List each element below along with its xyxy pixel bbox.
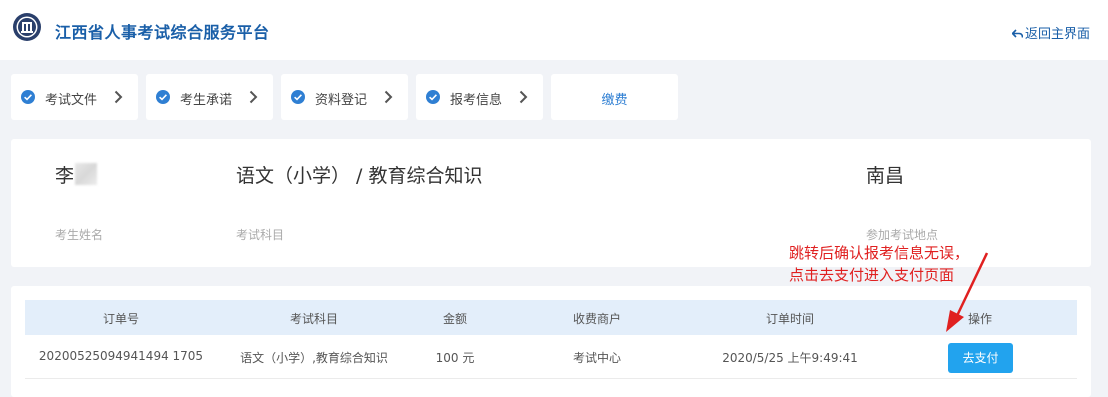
exam-location-label: 参加考试地点	[866, 228, 939, 242]
candidate-name: 李	[55, 161, 98, 188]
column-header-order-time: 订单时间	[765, 312, 815, 326]
site-title: 江西省人事考试综合服务平台	[55, 23, 270, 42]
candidate-name-text: 李	[55, 165, 75, 187]
go-pay-button[interactable]: 去支付	[948, 343, 1013, 373]
back-arrow-icon	[1011, 29, 1024, 38]
top-header: 江西省人事考试综合服务平台 返回主界面	[0, 0, 1108, 60]
order-number-cell: 20200525094941494 1705	[38, 349, 204, 363]
column-header-subject: 考试科目	[289, 312, 339, 326]
column-header-merchant: 收费商户	[572, 312, 622, 326]
column-header-order-no: 订单号	[102, 312, 140, 326]
step-label: 考生承诺	[180, 93, 233, 108]
step-application-info[interactable]: 报考信息	[416, 74, 543, 120]
table-header: 订单号 考试科目 金额 收费商户 订单时间 操作	[25, 300, 1077, 335]
step-label: 资料登记	[315, 93, 368, 108]
order-table-card: 订单号 考试科目 金额 收费商户 订单时间 操作 202005250949414…	[11, 286, 1091, 397]
exam-subject-label: 考试科目	[236, 228, 285, 242]
order-subject-cell: 语文（小学）,教育综合知识	[240, 351, 388, 365]
step-payment[interactable]: 缴费	[551, 74, 678, 120]
step-label: 报考信息	[450, 93, 503, 108]
check-circle-icon	[426, 90, 440, 104]
annotation-arrow-icon	[946, 252, 989, 332]
chevron-right-icon	[114, 90, 123, 104]
column-header-amount: 金额	[442, 312, 468, 326]
back-to-home-link[interactable]: 返回主界面	[1011, 23, 1090, 42]
step-candidate-pledge[interactable]: 考生承诺	[146, 74, 273, 120]
order-time-cell: 2020/5/25 上午9:49:41	[722, 351, 858, 365]
order-merchant-cell: 考试中心	[572, 351, 622, 365]
candidate-name-label: 考生姓名	[55, 228, 104, 242]
exam-subject: 语文（小学） / 教育综合知识	[236, 165, 483, 187]
table-row: 20200525094941494 1705 语文（小学）,教育综合知识 100…	[25, 335, 1077, 379]
chevron-right-icon	[384, 90, 393, 104]
step-label: 缴费	[601, 93, 628, 108]
chevron-right-icon	[519, 90, 528, 104]
exam-location: 南昌	[866, 165, 905, 187]
redacted-name-mask	[75, 163, 98, 185]
check-circle-icon	[156, 90, 170, 104]
chevron-right-icon	[249, 90, 258, 104]
back-link-label: 返回主界面	[1024, 27, 1090, 42]
step-label: 考试文件	[45, 93, 98, 108]
step-info-registration[interactable]: 资料登记	[281, 74, 408, 120]
check-circle-icon	[21, 90, 35, 104]
order-amount-cell: 100 元	[435, 351, 475, 365]
step-exam-documents[interactable]: 考试文件	[11, 74, 138, 120]
check-circle-icon	[291, 90, 305, 104]
org-logo-icon	[13, 13, 41, 41]
